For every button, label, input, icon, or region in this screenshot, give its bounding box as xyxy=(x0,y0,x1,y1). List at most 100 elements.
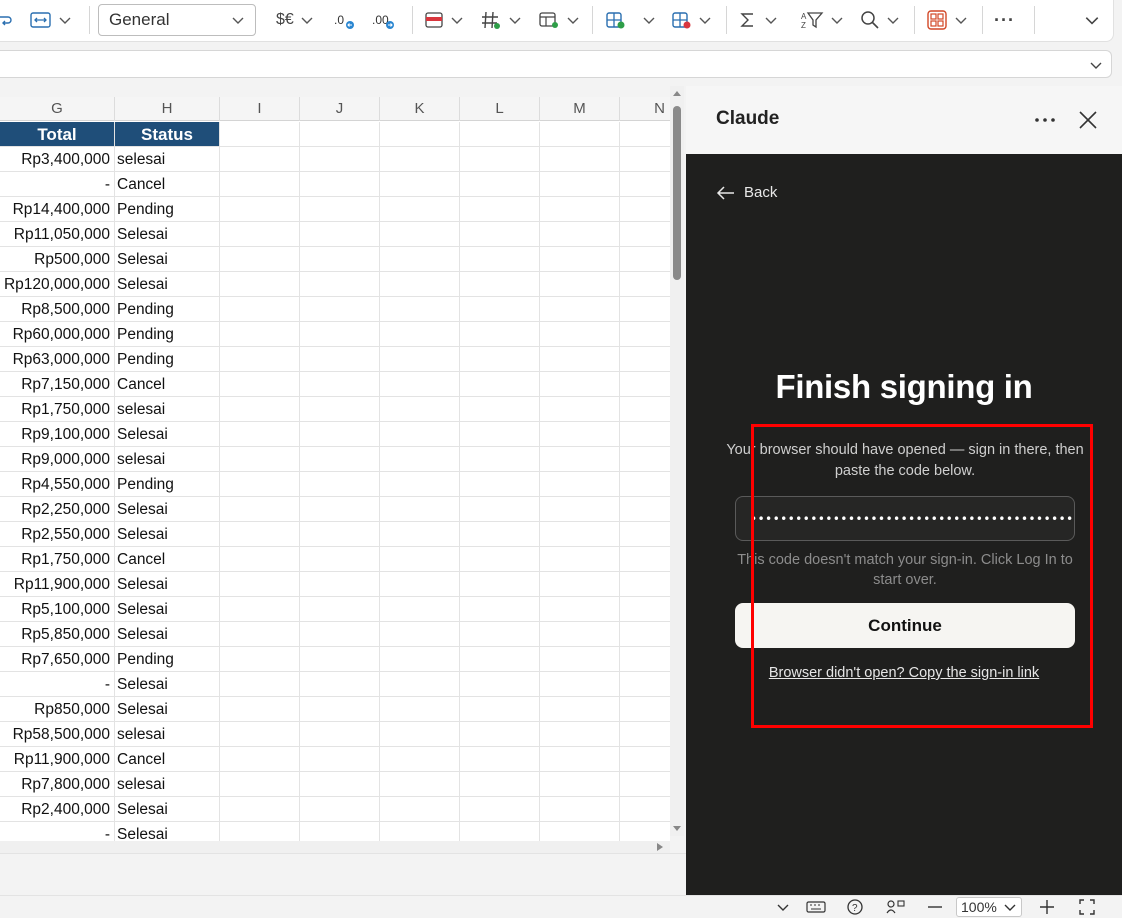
empty-cell[interactable] xyxy=(220,447,300,471)
empty-cell[interactable] xyxy=(540,547,620,571)
empty-cell[interactable] xyxy=(540,297,620,321)
empty-cell[interactable] xyxy=(300,247,380,271)
empty-cell[interactable] xyxy=(380,447,460,471)
panel-close-button[interactable] xyxy=(1074,106,1102,134)
empty-cell[interactable] xyxy=(380,547,460,571)
empty-cell[interactable] xyxy=(460,272,540,296)
empty-cell[interactable] xyxy=(380,822,460,841)
empty-cell[interactable] xyxy=(540,597,620,621)
formula-bar[interactable] xyxy=(0,50,1112,78)
empty-cell[interactable] xyxy=(220,322,300,346)
zoom-level-select[interactable]: 100% xyxy=(956,896,1022,918)
empty-cell[interactable] xyxy=(300,397,380,421)
empty-cell[interactable] xyxy=(380,122,460,146)
column-header-m[interactable]: M xyxy=(540,97,620,121)
cell-status[interactable]: Selesai xyxy=(115,597,220,621)
help-button[interactable]: ? xyxy=(846,896,864,918)
empty-cell[interactable] xyxy=(620,697,670,721)
chevron-down-icon[interactable] xyxy=(1089,58,1103,72)
empty-cell[interactable] xyxy=(300,597,380,621)
empty-cell[interactable] xyxy=(620,747,670,771)
empty-cell[interactable] xyxy=(460,322,540,346)
empty-cell[interactable] xyxy=(300,522,380,546)
empty-cell[interactable] xyxy=(460,497,540,521)
more-options-button[interactable]: ··· xyxy=(994,6,1015,34)
empty-cell[interactable] xyxy=(220,347,300,371)
empty-cell[interactable] xyxy=(300,147,380,171)
empty-cell[interactable] xyxy=(620,347,670,371)
empty-cell[interactable] xyxy=(380,247,460,271)
number-format-select[interactable]: General xyxy=(98,4,256,36)
cell-status[interactable]: Cancel xyxy=(115,372,220,396)
empty-cell[interactable] xyxy=(300,347,380,371)
cell-total[interactable]: Rp1,750,000 xyxy=(0,547,115,571)
column-header-j[interactable]: J xyxy=(300,97,380,121)
empty-cell[interactable] xyxy=(220,372,300,396)
empty-cell[interactable] xyxy=(460,622,540,646)
empty-cell[interactable] xyxy=(300,472,380,496)
insert-cells-button[interactable] xyxy=(604,6,656,34)
empty-cell[interactable] xyxy=(220,597,300,621)
empty-cell[interactable] xyxy=(460,597,540,621)
empty-cell[interactable] xyxy=(620,772,670,796)
column-header-n[interactable]: N xyxy=(620,97,670,121)
empty-cell[interactable] xyxy=(220,747,300,771)
empty-cell[interactable] xyxy=(460,722,540,746)
empty-cell[interactable] xyxy=(460,447,540,471)
empty-cell[interactable] xyxy=(300,297,380,321)
empty-cell[interactable] xyxy=(380,597,460,621)
empty-cell[interactable] xyxy=(460,572,540,596)
empty-cell[interactable] xyxy=(300,822,380,841)
cell-total[interactable]: Rp5,850,000 xyxy=(0,622,115,646)
empty-cell[interactable] xyxy=(380,397,460,421)
cell-status[interactable]: Cancel xyxy=(115,172,220,196)
empty-cell[interactable] xyxy=(380,572,460,596)
empty-cell[interactable] xyxy=(540,322,620,346)
cell-status[interactable]: Cancel xyxy=(115,747,220,771)
empty-cell[interactable] xyxy=(620,572,670,596)
cell-total[interactable]: Rp2,400,000 xyxy=(0,797,115,821)
cell-total[interactable]: Rp5,100,000 xyxy=(0,597,115,621)
header-status[interactable]: Status xyxy=(115,122,220,146)
empty-cell[interactable] xyxy=(460,297,540,321)
empty-cell[interactable] xyxy=(540,697,620,721)
empty-cell[interactable] xyxy=(300,322,380,346)
empty-cell[interactable] xyxy=(220,197,300,221)
cell-status[interactable]: Selesai xyxy=(115,497,220,521)
workbook-stats-button[interactable] xyxy=(886,896,906,918)
empty-cell[interactable] xyxy=(620,122,670,146)
empty-cell[interactable] xyxy=(460,397,540,421)
empty-cell[interactable] xyxy=(220,272,300,296)
cell-status[interactable]: Pending xyxy=(115,647,220,671)
format-as-table-button[interactable] xyxy=(480,6,522,34)
delete-cells-button[interactable] xyxy=(670,6,712,34)
empty-cell[interactable] xyxy=(540,422,620,446)
empty-cell[interactable] xyxy=(460,222,540,246)
cell-total[interactable]: - xyxy=(0,672,115,696)
empty-cell[interactable] xyxy=(380,497,460,521)
cell-total[interactable]: Rp500,000 xyxy=(0,247,115,271)
find-select-button[interactable] xyxy=(860,6,900,34)
zoom-in-button[interactable] xyxy=(1038,896,1056,918)
empty-cell[interactable] xyxy=(460,147,540,171)
empty-cell[interactable] xyxy=(620,172,670,196)
column-header-g[interactable]: G xyxy=(0,97,115,121)
empty-cell[interactable] xyxy=(300,372,380,396)
empty-cell[interactable] xyxy=(620,397,670,421)
empty-cell[interactable] xyxy=(300,747,380,771)
column-header-i[interactable]: I xyxy=(220,97,300,121)
cell-total[interactable]: Rp120,000,000 xyxy=(0,272,115,296)
cell-status[interactable]: selesai xyxy=(115,772,220,796)
empty-cell[interactable] xyxy=(380,522,460,546)
empty-cell[interactable] xyxy=(220,172,300,196)
empty-cell[interactable] xyxy=(300,772,380,796)
autosum-button[interactable] xyxy=(738,6,778,34)
header-total[interactable]: Total xyxy=(0,122,115,146)
empty-cell[interactable] xyxy=(460,822,540,841)
cell-total[interactable]: Rp2,250,000 xyxy=(0,497,115,521)
empty-cell[interactable] xyxy=(620,447,670,471)
empty-cell[interactable] xyxy=(460,522,540,546)
cell-total[interactable]: Rp11,900,000 xyxy=(0,747,115,771)
empty-cell[interactable] xyxy=(460,772,540,796)
empty-cell[interactable] xyxy=(620,147,670,171)
